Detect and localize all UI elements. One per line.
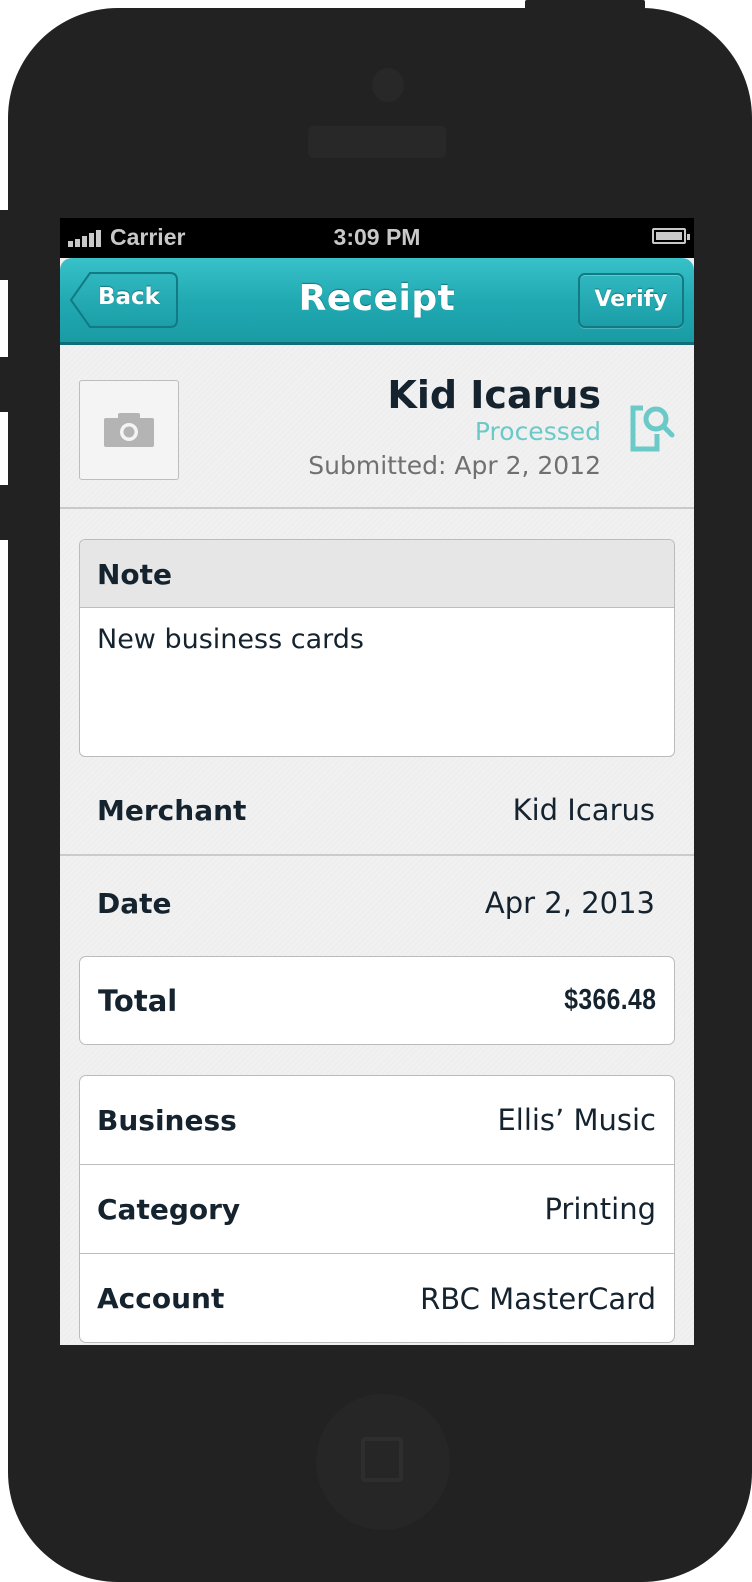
document-search-icon[interactable] (630, 404, 676, 452)
navigation-bar: Back Receipt Verify (60, 258, 694, 345)
camera-icon (104, 413, 154, 447)
category-row[interactable]: Category Printing (80, 1165, 674, 1254)
receipt-header: Kid Icarus Processed Submitted: Apr 2, 2… (60, 345, 694, 509)
business-row[interactable]: Business Ellis’ Music (80, 1076, 674, 1165)
earpiece-speaker (308, 126, 446, 158)
merchant-row[interactable]: Merchant Kid Icarus (60, 766, 694, 856)
details-card: Business Ellis’ Music Category Printing … (79, 1075, 675, 1343)
front-camera (372, 68, 404, 102)
total-row[interactable]: Total $366.48 (79, 956, 675, 1045)
power-button (525, 0, 645, 10)
submitted-date: Submitted: Apr 2, 2012 (308, 451, 601, 480)
note-label: Note (97, 558, 173, 591)
battery-icon (652, 228, 690, 244)
business-value: Ellis’ Music (497, 1103, 656, 1137)
verify-button[interactable]: Verify (578, 273, 684, 328)
account-value: RBC MasterCard (420, 1281, 656, 1316)
note-text[interactable]: New business cards (97, 624, 364, 655)
merchant-value: Kid Icarus (512, 793, 655, 827)
total-value: $366.48 (563, 984, 656, 1016)
date-label: Date (97, 886, 172, 920)
date-value: Apr 2, 2013 (484, 886, 655, 920)
total-label: Total (98, 983, 178, 1018)
clock: 3:09 PM (333, 224, 421, 250)
merchant-title: Kid Icarus (387, 373, 601, 417)
note-card[interactable]: Note New business cards (79, 539, 675, 757)
date-row[interactable]: Date Apr 2, 2013 (60, 858, 694, 948)
receipt-photo-button[interactable] (79, 380, 179, 480)
status-badge: Processed (474, 417, 601, 446)
volume-up-button (0, 357, 10, 412)
note-header: Note (80, 540, 674, 608)
account-label: Account (97, 1282, 225, 1315)
business-label: Business (97, 1103, 237, 1137)
category-value: Printing (544, 1192, 656, 1226)
account-row[interactable]: Account RBC MasterCard (80, 1254, 674, 1342)
screen: Carrier 3:09 PM Back Receipt Verify Kid … (60, 218, 694, 1345)
mute-switch (0, 210, 10, 280)
home-button[interactable] (316, 1394, 450, 1530)
status-bar: Carrier 3:09 PM (60, 218, 694, 258)
category-label: Category (97, 1192, 241, 1226)
merchant-label: Merchant (97, 793, 247, 827)
home-square-icon (361, 1437, 403, 1482)
volume-down-button (0, 485, 10, 540)
